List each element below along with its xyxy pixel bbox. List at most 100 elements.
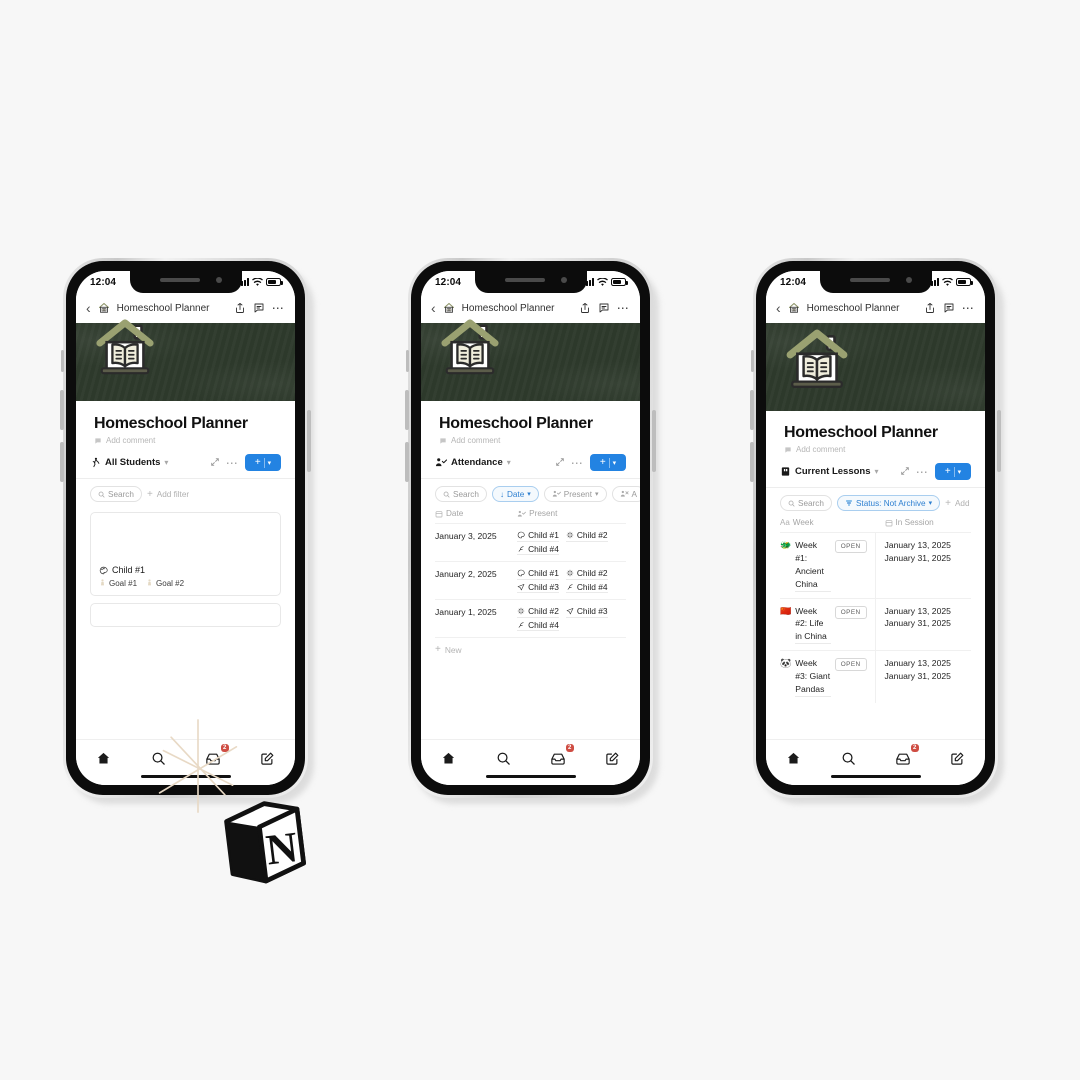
phone-body: 12:04 ‹ Homeschool Planner ⋯ Homeschool … bbox=[411, 261, 650, 795]
tab-new-page[interactable] bbox=[251, 748, 285, 768]
chevron-left-icon[interactable]: ‹ bbox=[431, 301, 436, 315]
more-horizontal-icon[interactable]: ⋯ bbox=[962, 302, 975, 314]
table-row[interactable]: January 1, 2025 Child #2 Child #3 Child … bbox=[435, 599, 626, 637]
status-indicators bbox=[928, 277, 973, 287]
tab-new-page[interactable] bbox=[596, 748, 630, 768]
power-button[interactable] bbox=[997, 410, 1001, 472]
tab-new-page[interactable] bbox=[941, 748, 975, 768]
new-item-label: + bbox=[599, 457, 606, 468]
chevron-down-icon[interactable]: ▾ bbox=[268, 459, 272, 467]
share-icon[interactable] bbox=[234, 302, 246, 314]
sort-chip[interactable]: ↓ Date ▾ bbox=[491, 486, 539, 502]
tab-home[interactable] bbox=[86, 748, 120, 768]
search-icon bbox=[98, 491, 105, 498]
search-chip[interactable]: Search bbox=[435, 486, 487, 502]
new-item-button[interactable]: + ▾ bbox=[935, 463, 971, 480]
column-header-in-session[interactable]: In Session bbox=[876, 518, 972, 527]
chevron-down-icon[interactable]: ▾ bbox=[613, 459, 617, 467]
tab-home[interactable] bbox=[776, 748, 810, 768]
earpiece-speaker bbox=[159, 278, 200, 282]
tab-search[interactable] bbox=[831, 748, 865, 768]
volume-up-button[interactable] bbox=[750, 390, 754, 430]
add-comment-row[interactable]: Add comment bbox=[784, 445, 967, 454]
new-row-button[interactable]: + New bbox=[435, 637, 626, 661]
silent-switch[interactable] bbox=[406, 350, 409, 372]
comment-icon bbox=[440, 437, 446, 444]
column-header-week[interactable]: Aa Week bbox=[780, 518, 876, 527]
view-selector[interactable]: All Students ▾ bbox=[90, 457, 168, 468]
power-button[interactable] bbox=[652, 410, 656, 472]
chevron-left-icon[interactable]: ‹ bbox=[86, 301, 91, 315]
view-selector[interactable]: Attendance ▾ bbox=[435, 457, 511, 468]
home-indicator[interactable] bbox=[830, 774, 921, 778]
comment-icon[interactable] bbox=[253, 302, 265, 314]
card-tag-label: Goal #2 bbox=[156, 579, 185, 588]
more-horizontal-icon[interactable]: ⋯ bbox=[571, 457, 584, 469]
chevron-down-icon: ▾ bbox=[527, 491, 531, 498]
add-comment-row[interactable]: Add comment bbox=[439, 436, 622, 445]
notch bbox=[819, 271, 932, 293]
volume-down-button[interactable] bbox=[60, 442, 64, 482]
present-filter-chip[interactable]: Present ▾ bbox=[543, 486, 607, 502]
column-header-present[interactable]: Present bbox=[517, 509, 626, 518]
tab-inbox[interactable]: 2 bbox=[886, 744, 920, 768]
new-item-button[interactable]: + ▾ bbox=[590, 454, 626, 471]
inbox-badge: 2 bbox=[910, 744, 919, 752]
battery-icon bbox=[266, 278, 283, 286]
comment-icon[interactable] bbox=[943, 302, 955, 314]
more-horizontal-icon[interactable]: ⋯ bbox=[617, 302, 630, 314]
table-row[interactable]: January 3, 2025 Child #1 Child #2 Child … bbox=[435, 523, 626, 561]
table-row[interactable]: 🐲 Week #1: Ancient China OPEN January 13… bbox=[780, 532, 971, 598]
view-name: Attendance bbox=[451, 457, 503, 468]
column-label: In Session bbox=[895, 518, 934, 527]
silent-switch[interactable] bbox=[61, 350, 64, 372]
poster-canvas: 12:04 ‹ Homeschool Planner ⋯ Homeschool … bbox=[0, 0, 1080, 1080]
expand-arrows-icon[interactable] bbox=[210, 457, 220, 469]
share-icon[interactable] bbox=[924, 302, 936, 314]
add-filter-chip[interactable]: + Add filter bbox=[147, 486, 189, 502]
tab-search[interactable] bbox=[486, 748, 520, 768]
volume-up-button[interactable] bbox=[60, 390, 64, 430]
more-horizontal-icon[interactable]: ⋯ bbox=[272, 302, 285, 314]
earpiece-speaker bbox=[849, 278, 890, 282]
table-row[interactable]: 🇨🇳 Week #2: Life in China OPEN January 1… bbox=[780, 597, 971, 651]
plus-icon: + bbox=[945, 497, 951, 509]
expand-arrows-icon[interactable] bbox=[555, 457, 565, 469]
card-tags: Goal #1 Goal #2 bbox=[99, 579, 272, 588]
view-selector[interactable]: Current Lessons ▾ bbox=[780, 466, 879, 477]
gallery-card-partial[interactable] bbox=[90, 603, 281, 627]
status-filter-chip[interactable]: Status: Not Archive ▾ bbox=[836, 495, 941, 511]
volume-down-button[interactable] bbox=[405, 442, 409, 482]
chevron-down-icon[interactable]: ▾ bbox=[958, 468, 962, 476]
search-chip[interactable]: Search bbox=[90, 486, 142, 502]
gallery-card[interactable]: Child #1 Goal #1 Goal #2 bbox=[90, 512, 281, 596]
tab-home[interactable] bbox=[431, 748, 465, 768]
more-horizontal-icon[interactable]: ⋯ bbox=[916, 466, 929, 478]
new-item-button[interactable]: + ▾ bbox=[245, 454, 281, 471]
table-row[interactable]: 🐼 Week #3: Giant Pandas OPEN January 13,… bbox=[780, 650, 971, 703]
table-row[interactable]: January 2, 2025 Child #1 Child #2 Child … bbox=[435, 561, 626, 599]
volume-up-button[interactable] bbox=[405, 390, 409, 430]
add-filter-chip[interactable]: + Add bbox=[945, 495, 969, 511]
share-icon[interactable] bbox=[579, 302, 591, 314]
bottom-tab-bar: 2 bbox=[766, 739, 985, 785]
search-icon bbox=[788, 500, 795, 507]
search-chip[interactable]: Search bbox=[780, 495, 832, 511]
app-nav-title: Homeschool Planner bbox=[116, 302, 210, 314]
comment-icon[interactable] bbox=[598, 302, 610, 314]
expand-arrows-icon[interactable] bbox=[900, 466, 910, 478]
lesson-name: Week #2: Life in China bbox=[795, 605, 831, 645]
tab-inbox[interactable]: 2 bbox=[541, 744, 575, 768]
absent-filter-chip[interactable]: A bbox=[611, 486, 640, 502]
person-label: Child #1 bbox=[528, 530, 559, 540]
more-horizontal-icon[interactable]: ⋯ bbox=[226, 457, 239, 469]
home-indicator[interactable] bbox=[485, 774, 576, 778]
person-chip: Child #1 bbox=[517, 530, 559, 542]
silent-switch[interactable] bbox=[751, 350, 754, 372]
chevron-left-icon[interactable]: ‹ bbox=[776, 301, 781, 315]
column-header-date[interactable]: Date bbox=[435, 509, 517, 518]
volume-down-button[interactable] bbox=[750, 442, 754, 482]
lessons-table: Aa Week In Session 🐲 Week #1: Ancient Ch… bbox=[766, 511, 985, 703]
add-comment-row[interactable]: Add comment bbox=[94, 436, 277, 445]
power-button[interactable] bbox=[307, 410, 311, 472]
